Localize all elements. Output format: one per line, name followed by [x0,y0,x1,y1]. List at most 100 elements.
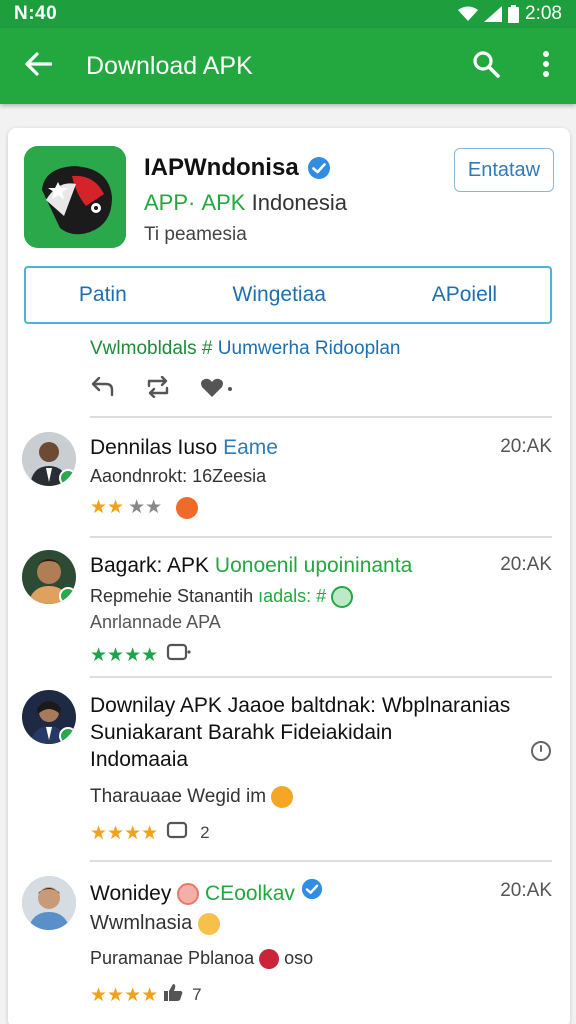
tagline: Vwlmobldals # Uumwerha Ridooplan [90,338,401,360]
divider [90,676,552,678]
review-subtitle-2: Anrlannade APA [90,612,221,632]
wifi-icon [458,6,479,22]
divider [90,860,552,862]
review-subtitle-tag: ıadals: # [258,586,327,606]
rating: ★★★★ [90,642,192,668]
star-rating: ★★ [90,497,125,518]
review-subtitle: Tharauaae Wegid im [90,786,294,808]
page-title: Download APK [86,51,253,80]
review-accent: Eame [223,436,278,459]
review-title: Downilay APK Jaaoe baltdnak: Wbplnarania… [90,692,540,773]
comment-icon[interactable] [162,642,192,668]
avatar [22,432,76,486]
online-badge-icon [59,587,76,604]
app-name-text: IAPWndonisa [144,154,299,181]
review-title-line-2: Suniakarant Barahk Fideiakidain [90,721,393,744]
rating: ★★ ★★ [90,496,199,519]
comment-count: 2 [200,823,210,842]
review-author: Wonidey [90,882,172,905]
star-rating: ★★★★ [90,822,159,844]
star-rating: ★★★★ [90,984,159,1006]
tab-row: Patin Wingetiaa APoiell [24,266,552,324]
review-title-line-1: Downilay APK Jaaoe baltdnak: Wbplnarania… [90,694,511,717]
review-subtitle-text: Wwmlnasia [90,912,193,934]
app-header: IAPWndonisa APP· ΑPK Indonesia Ti peames… [24,146,554,256]
list-item[interactable]: Bagark: APK Uonoenil upoininanta 20:AK R… [22,550,552,670]
review-title: Bagark: APK Uonoenil upoininanta [90,552,412,579]
review-subtitle-2: Puramanae Pblanoa oso [90,948,314,970]
rating: ★★★★ 2 [90,820,210,846]
review-author: Dennilas Iuso [90,436,218,459]
tab-patin[interactable]: Patin [69,283,137,307]
like-count: 7 [192,985,202,1004]
avatar [22,550,76,604]
half-star-icon: ★★ [128,497,163,518]
review-author: Bagark: APK [90,554,210,577]
status-icons: 2:08 [458,3,562,25]
app-subtitle-region: Indonesia [251,190,348,215]
arrow-back-icon [24,51,53,81]
list-item[interactable]: Wonidey CEoolkav 20:AK Wwmlnasia Puraman… [22,876,552,1016]
more-info-icon[interactable] [530,740,552,767]
smile-emoji-icon [271,786,294,808]
review-subtitle: Wwmlnasia [90,912,220,935]
list-item[interactable]: Downilay APK Jaaoe baltdnak: Wbplnarania… [22,690,552,850]
repost-icon[interactable] [144,375,172,403]
review-title-line-3: Indomaaia [90,748,189,771]
sad-emoji-icon [331,586,354,609]
divider [90,536,552,538]
review-title: Wonidey CEoolkav [90,878,323,907]
review-time: 20:AK [500,554,552,575]
status-bar: N:40 2:08 [0,0,576,28]
app-icon[interactable] [24,146,126,248]
review-accent: CEoolkav [205,882,295,905]
avatar [22,690,76,744]
app-name: IAPWndonisa [144,154,331,182]
post-action-row [90,375,234,403]
review-subtitle: Repmehie Stanantih ıadals: # [90,586,354,609]
comment-icon[interactable] [162,820,192,846]
back-button[interactable] [0,28,76,104]
worried-emoji-icon [197,912,220,935]
review-time: 20:AK [500,436,552,457]
thumbs-up-icon[interactable] [162,982,184,1008]
tab-wingetiaa[interactable]: Wingetiaa [223,283,336,307]
app-meta: Ti peamesia [144,224,247,245]
review-subtitle-text: Tharauaae Wegid im [90,786,267,808]
more-vert-icon [542,50,550,82]
battery-icon [508,5,520,23]
signal-icon [484,6,503,22]
verified-icon [307,156,331,180]
status-time-right: 2:08 [525,3,562,24]
verified-icon [301,878,323,900]
avatar [22,876,76,930]
app-card: IAPWndonisa APP· ΑPK Indonesia Ti peames… [8,128,570,1024]
red-badge-icon [259,949,280,970]
review-accent: Uonoenil upoininanta [214,554,413,577]
tagline-green: Vwlmobldals # [90,338,213,359]
search-button[interactable] [456,28,516,104]
app-bar: Download APK [0,28,576,104]
app-subtitle-green: APP· ΑPK [144,190,246,215]
star-rating: ★★★★ [90,644,159,666]
online-badge-icon [59,469,76,486]
list-item[interactable]: Dennilas Iuso Eame 20:AK Aaondnrokt: 16Z… [22,432,552,532]
reply-icon[interactable] [90,376,116,403]
review-subtitle-text: Repmehie Stanantih [90,586,254,606]
review-subtitle: Aaondnrokt: 16Zeesia [90,466,267,486]
app-subtitle: APP· ΑPK Indonesia [144,190,347,216]
review-subtitle-2-tail: oso [284,948,314,968]
online-badge-icon [59,727,76,744]
review-time: 20:AK [500,880,552,901]
blush-emoji-icon [177,883,200,906]
review-subtitle-2-text: Puramanae Pblanoa [90,948,255,968]
tagline-blue: Uumwerha Ridooplan [217,338,401,359]
status-time-left: N:40 [14,3,58,24]
review-title: Dennilas Iuso Eame [90,434,278,461]
like-icon[interactable] [200,376,234,403]
more-options-button[interactable] [516,28,576,104]
search-icon [472,50,500,83]
install-button[interactable]: Entataw [454,148,554,192]
rating: ★★★★ 7 [90,982,202,1008]
tab-apoiell[interactable]: APoiell [422,283,507,307]
